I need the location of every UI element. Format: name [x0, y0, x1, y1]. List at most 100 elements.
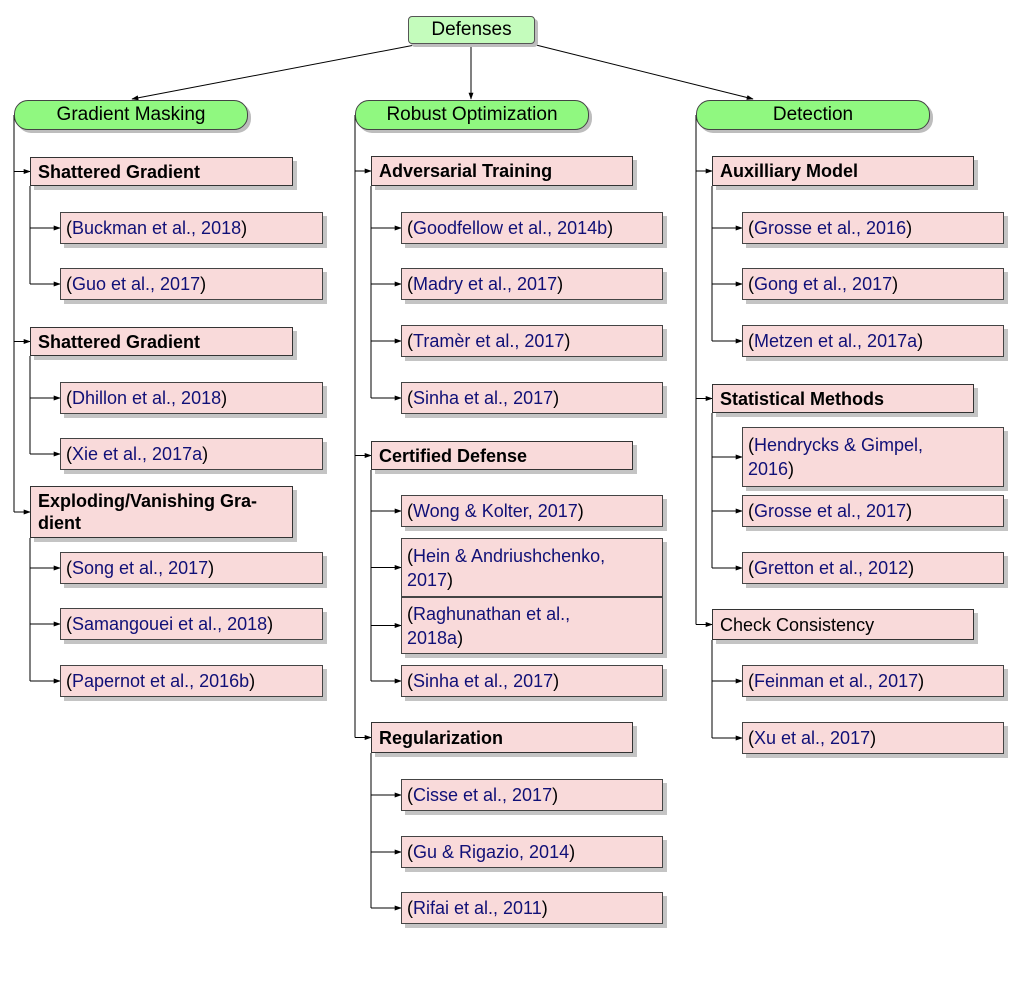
citation-reference-link[interactable]: Gu & Rigazio, 2014 [413, 842, 569, 862]
category-label: Robust Optimization [386, 104, 558, 125]
citation-reference-link[interactable]: Metzen et al., 2017a [754, 331, 917, 351]
citation-node: (Rifai et al., 2011) [401, 892, 663, 924]
edge-root-to-detection [531, 43, 754, 100]
citation-node: (Feinman et al., 2017) [742, 665, 1004, 697]
citation-node: (Xu et al., 2017) [742, 722, 1004, 754]
citation-reference-link[interactable]: Cisse et al., 2017 [413, 785, 552, 805]
citation-reference-link[interactable]: Grosse et al., 2017 [754, 501, 906, 521]
citation-node: (Xie et al., 2017a) [60, 438, 323, 470]
subcategory-node: Statistical Methods [712, 384, 974, 413]
citation-close-paren: ) [892, 274, 899, 294]
citation-reference-link[interactable]: Rifai et al., 2011 [413, 898, 542, 918]
citation-reference-link[interactable]: Hein & Andriushchenko, 2017 [407, 546, 605, 590]
citation-reference-link[interactable]: Dhillon et al., 2018 [72, 388, 221, 408]
citation-node: (Hendrycks & Gimpel, 2016) [742, 427, 1004, 487]
root-node-defenses: Defenses [408, 16, 535, 44]
edge-root-to-gradient-masking [131, 43, 421, 101]
citation-close-paren: ) [267, 614, 274, 634]
citation-text: (Raghunathan et al., 2018a) [407, 602, 570, 650]
citation-node: (Metzen et al., 2017a) [742, 325, 1004, 357]
citation-text: (Hein & Andriushchenko, 2017) [407, 544, 605, 592]
citation-reference-link[interactable]: Buckman et al., 2018 [72, 218, 241, 238]
citation-text: (Hendrycks & Gimpel, 2016) [748, 433, 923, 481]
citation-node: (Madry et al., 2017) [401, 268, 663, 300]
citation-reference-link[interactable]: Sinha et al., 2017 [413, 388, 553, 408]
category-node-gradient-masking: Gradient Masking [14, 100, 248, 130]
citation-node: (Gretton et al., 2012) [742, 552, 1004, 584]
citation-node: (Grosse et al., 2017) [742, 495, 1004, 527]
citation-reference-link[interactable]: Guo et al., 2017 [72, 274, 200, 294]
citation-reference-link[interactable]: Sinha et al., 2017 [413, 671, 553, 691]
subcategory-label: Adversarial Training [379, 161, 553, 181]
citation-reference-link[interactable]: Feinman et al., 2017 [754, 671, 918, 691]
subcategory-label: Statistical Methods [720, 388, 885, 409]
citation-reference-link[interactable]: Raghunathan et al., 2018a [407, 604, 570, 648]
citation-reference-link[interactable]: Goodfellow et al., 2014b [413, 218, 607, 238]
citation-node: (Guo et al., 2017) [60, 268, 323, 300]
citation-close-paren: ) [249, 671, 256, 691]
defenses-taxonomy-diagram: Defenses Gradient Masking Shattered Gradi… [0, 0, 1034, 994]
citation-reference-link[interactable]: Gong et al., 2017 [754, 274, 892, 294]
citation-text: (Gretton et al., 2012) [748, 556, 914, 580]
citation-close-paren: ) [208, 558, 215, 578]
category-node-detection: Detection [696, 100, 930, 130]
subcategory-label: Exploding/Vanishing Gra- dient [38, 491, 258, 533]
citation-text: (Rifai et al., 2011) [407, 896, 548, 920]
citation-text: (Feinman et al., 2017) [748, 669, 924, 693]
citation-text: (Buckman et al., 2018) [66, 216, 247, 240]
citation-reference-link[interactable]: Grosse et al., 2016 [754, 218, 906, 238]
citation-close-paren: ) [577, 501, 584, 521]
citation-text: (Song et al., 2017) [66, 556, 214, 580]
subcategory-node: Regularization [371, 722, 633, 753]
citation-text: (Papernot et al., 2016b) [66, 669, 255, 693]
citation-text: (Metzen et al., 2017a) [748, 329, 923, 353]
citation-text: (Guo et al., 2017) [66, 272, 206, 296]
citation-reference-link[interactable]: Gretton et al., 2012 [754, 558, 908, 578]
citation-reference-link[interactable]: Xu et al., 2017 [754, 728, 870, 748]
citation-node: (Sinha et al., 2017) [401, 382, 663, 414]
citation-text: (Tramèr et al., 2017) [407, 329, 570, 353]
category-label: Detection [772, 104, 854, 125]
citation-reference-link[interactable]: Xie et al., 2017a [72, 444, 202, 464]
citation-close-paren: ) [200, 274, 207, 294]
citation-close-paren: ) [906, 501, 913, 521]
citation-close-paren: ) [447, 569, 454, 590]
citation-close-paren: ) [553, 388, 560, 408]
citation-text: (Dhillon et al., 2018) [66, 386, 227, 410]
citation-text: (Xu et al., 2017) [748, 726, 876, 750]
citation-text: (Samangouei et al., 2018) [66, 612, 273, 636]
citation-close-paren: ) [541, 898, 548, 918]
citation-node: (Papernot et al., 2016b) [60, 665, 323, 697]
category-node-robust-optimization: Robust Optimization [355, 100, 589, 130]
citation-node: (Goodfellow et al., 2014b) [401, 212, 663, 244]
citation-text: (Sinha et al., 2017) [407, 669, 559, 693]
citation-text: (Grosse et al., 2017) [748, 499, 912, 523]
citation-reference-link[interactable]: Papernot et al., 2016b [72, 671, 249, 691]
citation-close-paren: ) [569, 842, 576, 862]
subcategory-label: Regularization [379, 727, 504, 748]
citation-node: (Gu & Rigazio, 2014) [401, 836, 663, 868]
subcategory-node: Check Consistency [712, 609, 974, 640]
subcategory-label: Shattered Gradient [38, 331, 201, 352]
citation-close-paren: ) [553, 671, 560, 691]
subcategory-label: Check Consistency [720, 614, 875, 635]
citation-reference-link[interactable]: Samangouei et al., 2018 [72, 614, 267, 634]
subcategory-node: Certified Defense [371, 441, 633, 470]
subcategory-node: Adversarial Training [371, 156, 633, 186]
citation-node: (Tramèr et al., 2017) [401, 325, 663, 357]
citation-reference-link[interactable]: Tramèr et al., 2017 [413, 331, 564, 351]
citation-node: (Samangouei et al., 2018) [60, 608, 323, 640]
citation-reference-link[interactable]: Madry et al., 2017 [413, 274, 557, 294]
subcategory-node: Auxilliary Model [712, 156, 974, 186]
citation-close-paren: ) [564, 331, 571, 351]
citation-text: (Goodfellow et al., 2014b) [407, 216, 613, 240]
citation-node: (Raghunathan et al., 2018a) [401, 597, 663, 654]
citation-reference-link[interactable]: Wong & Kolter, 2017 [413, 501, 578, 521]
citation-node: (Wong & Kolter, 2017) [401, 495, 663, 527]
citation-reference-link[interactable]: Song et al., 2017 [72, 558, 208, 578]
citation-close-paren: ) [607, 218, 614, 238]
citation-close-paren: ) [557, 274, 564, 294]
citation-reference-link[interactable]: Hendrycks & Gimpel, 2016 [748, 435, 923, 479]
citation-node: (Dhillon et al., 2018) [60, 382, 323, 414]
citation-text: (Gu & Rigazio, 2014) [407, 840, 575, 864]
